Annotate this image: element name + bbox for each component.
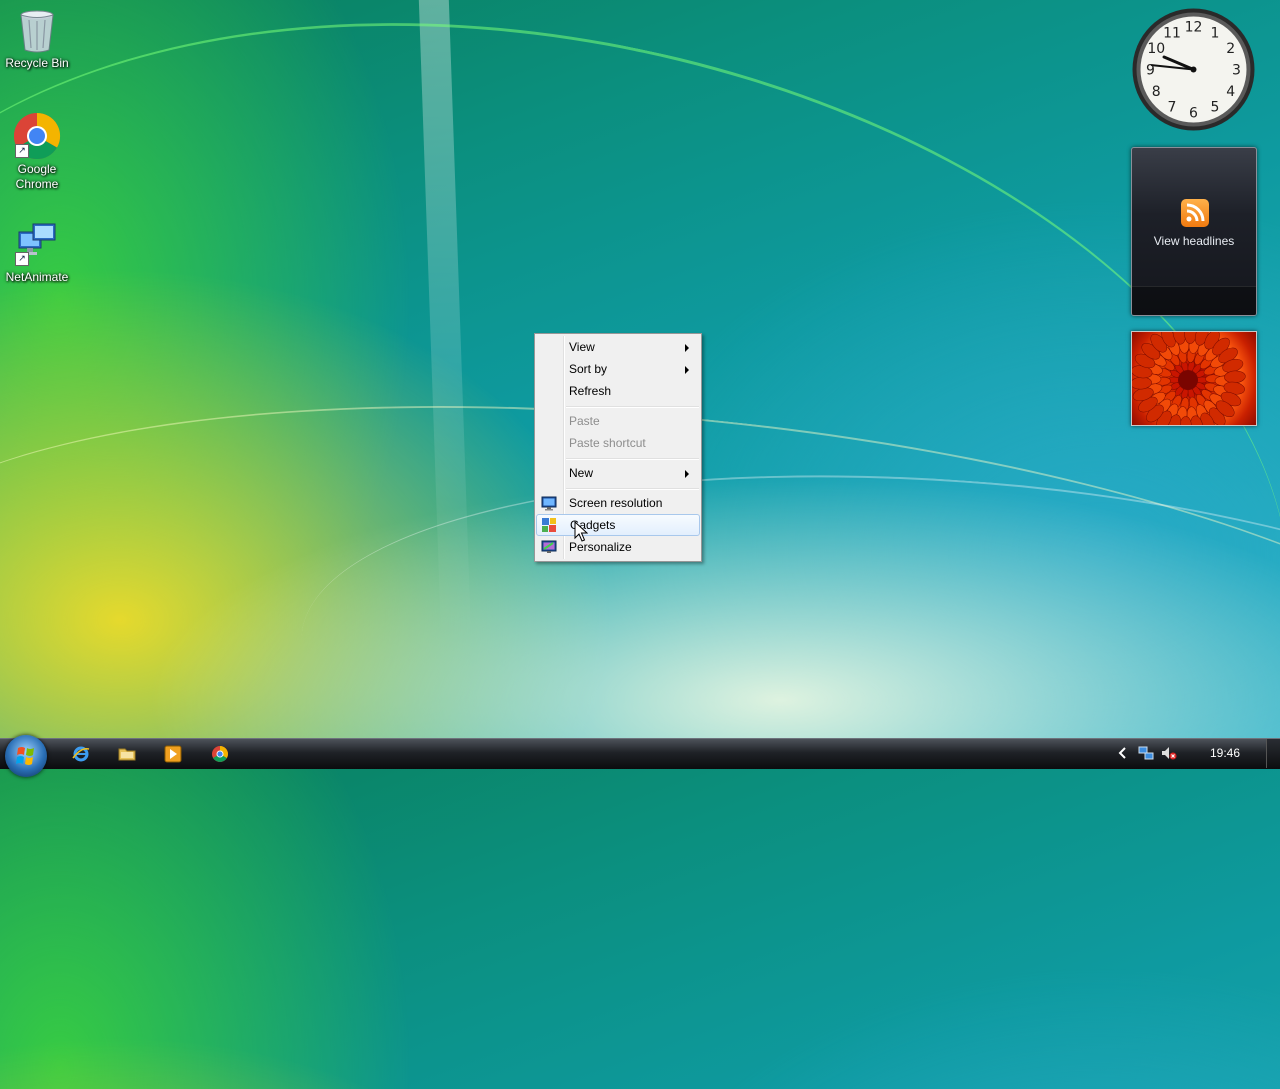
show-desktop-button[interactable] <box>1266 739 1280 768</box>
clock-numeral: 3 <box>1232 63 1241 79</box>
menu-item-paste: Paste <box>537 410 699 432</box>
menu-item-label: Paste <box>569 414 600 428</box>
recycle-bin-icon <box>13 6 61 54</box>
clock-numeral: 11 <box>1163 25 1181 41</box>
clock-face: 12 1234567891011 <box>1132 8 1255 131</box>
network-icon[interactable] <box>1138 745 1154 761</box>
slideshow-gadget[interactable] <box>1131 331 1257 426</box>
menu-item-view[interactable]: View <box>537 336 699 358</box>
submenu-arrow-icon <box>685 366 689 374</box>
flower-photo <box>1132 332 1246 425</box>
clock-numeral: 2 <box>1226 41 1235 57</box>
view-headlines-label[interactable]: View headlines <box>1132 234 1256 248</box>
desktop-icon-netanimate[interactable]: ↗ NetAnimate <box>0 220 74 285</box>
personalize-icon <box>541 539 557 555</box>
desktop-icon-label: Recycle Bin <box>5 56 69 70</box>
desktop-icon-recycle-bin[interactable]: Recycle Bin <box>0 6 74 71</box>
chrome-taskbar-icon[interactable] <box>211 745 229 763</box>
clock-gadget[interactable]: 12 1 2 3 4 5 6 7 8 9 10 11 <box>1131 7 1256 132</box>
internet-explorer-icon[interactable] <box>72 745 90 763</box>
menu-item-screen-resolution[interactable]: Screen resolution <box>537 492 699 514</box>
chrome-icon: ↗ <box>13 112 61 160</box>
show-hidden-icons-chevron[interactable] <box>1115 745 1131 761</box>
desktop-icon-label: Google Chrome <box>15 162 59 191</box>
menu-item-gadgets[interactable]: Gadgets <box>536 514 700 536</box>
menu-separator <box>566 488 699 490</box>
menu-item-label: Sort by <box>569 362 608 376</box>
start-button[interactable] <box>5 735 47 777</box>
volume-muted-icon[interactable] <box>1161 745 1177 761</box>
feed-gadget-footer <box>1132 286 1256 315</box>
clock-numeral: 4 <box>1226 84 1235 100</box>
menu-item-new[interactable]: New <box>537 462 699 484</box>
rss-icon <box>1181 199 1209 227</box>
menu-item-label: Screen resolution <box>569 496 663 510</box>
menu-item-label: New <box>569 466 594 480</box>
taskbar <box>0 738 1280 769</box>
feed-headlines-gadget[interactable]: View headlines <box>1131 147 1257 316</box>
shortcut-arrow-icon: ↗ <box>15 144 29 158</box>
media-player-icon[interactable] <box>164 745 182 763</box>
clock-numeral: 5 <box>1211 100 1220 116</box>
windows-logo-icon <box>16 747 34 765</box>
wallpaper-light-beam <box>418 0 472 640</box>
clock-numeral: 8 <box>1152 84 1161 100</box>
clock-numeral: 7 <box>1168 100 1177 116</box>
clock-numeral: 1 <box>1211 25 1220 41</box>
mouse-cursor-icon <box>574 520 589 547</box>
menu-item-label: View <box>569 340 595 354</box>
gadgets-icon <box>541 517 557 533</box>
menu-item-label: Paste shortcut <box>569 436 646 450</box>
menu-item-refresh[interactable]: Refresh <box>537 380 699 402</box>
clock-numeral: 10 <box>1147 41 1165 57</box>
taskbar-clock[interactable]: 19:46 <box>1196 746 1254 760</box>
shortcut-arrow-icon: ↗ <box>15 252 29 266</box>
submenu-arrow-icon <box>685 344 689 352</box>
menu-item-paste-shortcut: Paste shortcut <box>537 432 699 454</box>
menu-separator <box>566 406 699 408</box>
windows-explorer-icon[interactable] <box>118 745 136 763</box>
desktop-icon-google-chrome[interactable]: ↗ Google Chrome <box>0 112 74 192</box>
menu-separator <box>566 458 699 460</box>
menu-item-personalize[interactable]: Personalize <box>537 536 699 558</box>
desktop-icon-label: NetAnimate <box>5 270 69 284</box>
clock-numeral: 6 <box>1189 106 1198 122</box>
submenu-arrow-icon <box>685 470 689 478</box>
menu-item-sort-by[interactable]: Sort by <box>537 358 699 380</box>
monitor-icon <box>541 495 557 511</box>
network-computers-icon: ↗ <box>13 220 61 268</box>
clock-numeral: 12 <box>1185 20 1203 36</box>
menu-item-label: Refresh <box>569 384 612 398</box>
desktop-context-menu: View Sort by Refresh Paste Paste shortcu… <box>534 333 702 562</box>
